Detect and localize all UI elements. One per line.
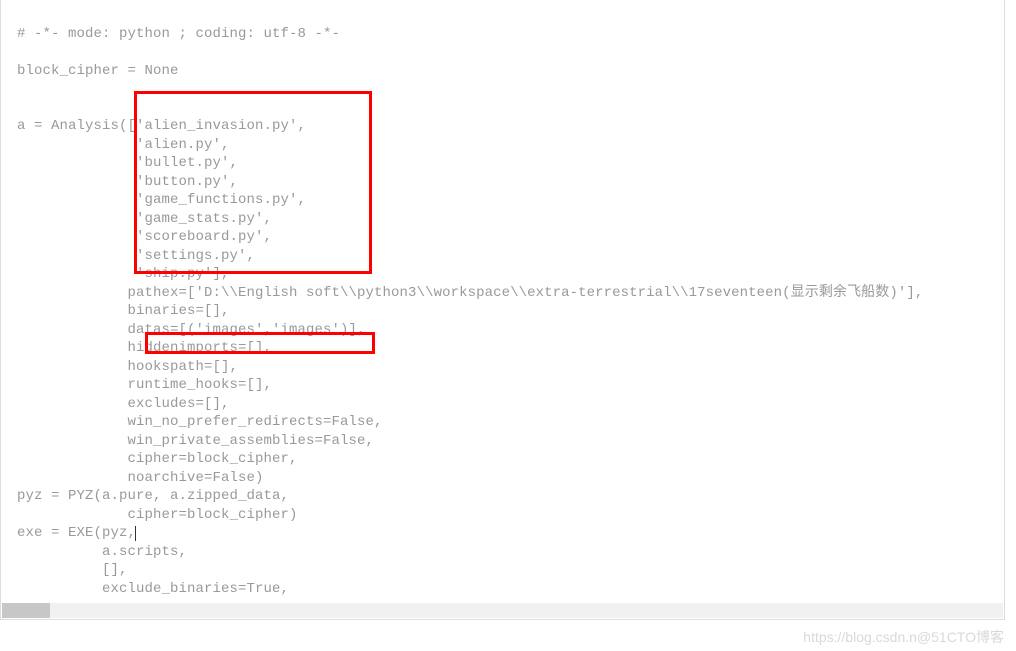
code-line: 'settings.py', bbox=[17, 248, 255, 264]
code-editor-pane[interactable]: # -*- mode: python ; coding: utf-8 -*- b… bbox=[0, 0, 1005, 620]
code-line: runtime_hooks=[], bbox=[17, 377, 272, 393]
code-line: a = Analysis(['alien_invasion.py', bbox=[17, 118, 306, 134]
code-line: hookspath=[], bbox=[17, 359, 238, 375]
code-line: 'ship.py'], bbox=[17, 266, 230, 282]
code-line: win_private_assemblies=False, bbox=[17, 433, 374, 449]
code-line: [], bbox=[17, 562, 128, 578]
code-line: cipher=block_cipher) bbox=[17, 507, 298, 523]
code-line: noarchive=False) bbox=[17, 470, 264, 486]
code-line: binaries=[], bbox=[17, 303, 230, 319]
code-line: exclude_binaries=True, bbox=[17, 581, 289, 597]
code-line: 'scoreboard.py', bbox=[17, 229, 272, 245]
code-block: # -*- mode: python ; coding: utf-8 -*- b… bbox=[17, 6, 1004, 651]
code-line: 'bullet.py', bbox=[17, 155, 238, 171]
horizontal-scrollbar[interactable] bbox=[2, 603, 1003, 618]
code-line: block_cipher = None bbox=[17, 63, 179, 79]
scrollbar-thumb[interactable] bbox=[2, 603, 50, 618]
code-line: exe = EXE(pyz, bbox=[17, 525, 136, 541]
code-line: 'game_stats.py', bbox=[17, 211, 272, 227]
text-caret bbox=[135, 526, 136, 541]
code-line: a.scripts, bbox=[17, 544, 187, 560]
code-line: 'game_functions.py', bbox=[17, 192, 306, 208]
code-text: exe = EXE(pyz, bbox=[17, 525, 136, 541]
code-line: hiddenimports=[], bbox=[17, 340, 272, 356]
code-line: 'alien.py', bbox=[17, 137, 230, 153]
code-line: datas=[('images','images')], bbox=[17, 322, 366, 338]
code-line: 'button.py', bbox=[17, 174, 238, 190]
code-line: cipher=block_cipher, bbox=[17, 451, 298, 467]
code-line: # -*- mode: python ; coding: utf-8 -*- bbox=[17, 26, 340, 42]
code-line: pyz = PYZ(a.pure, a.zipped_data, bbox=[17, 488, 289, 504]
code-line: pathex=['D:\\English soft\\python3\\work… bbox=[17, 285, 923, 301]
code-line: excludes=[], bbox=[17, 396, 230, 412]
code-line: win_no_prefer_redirects=False, bbox=[17, 414, 383, 430]
